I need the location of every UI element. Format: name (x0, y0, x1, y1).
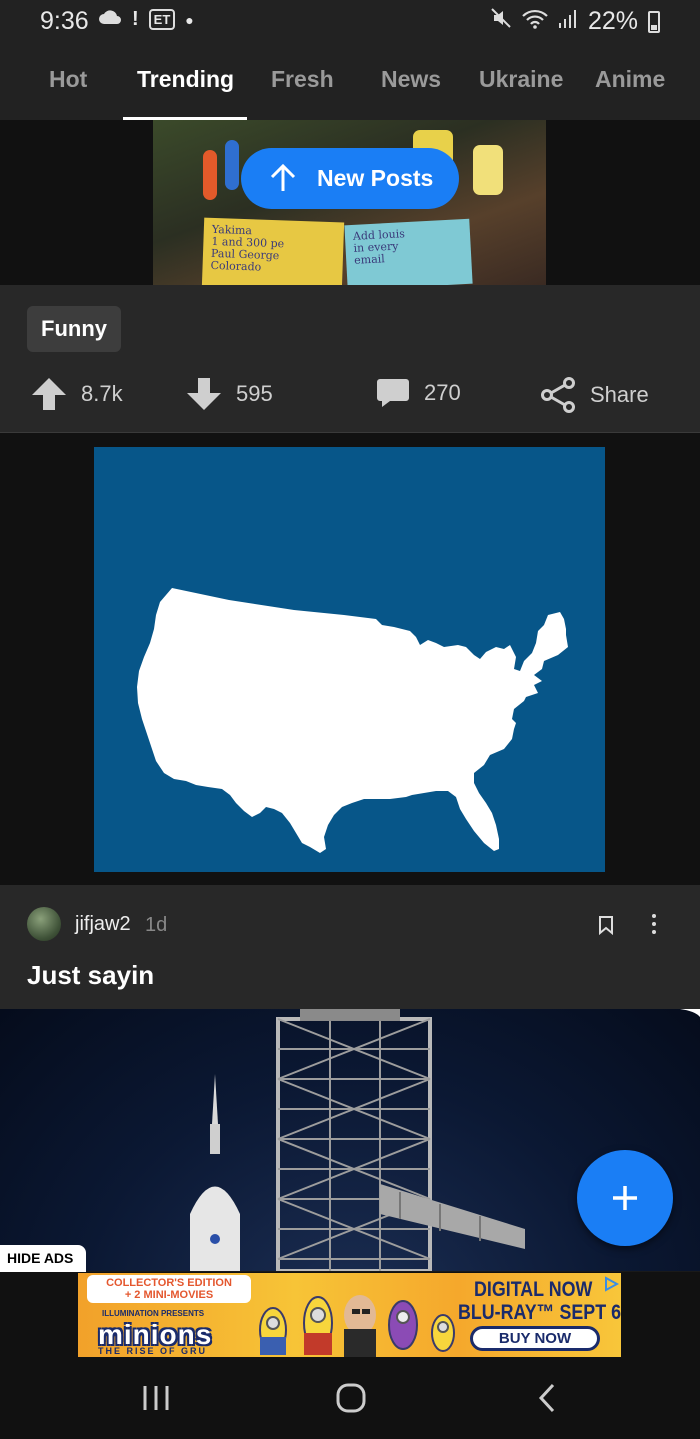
comments-button[interactable]: 270 (376, 377, 461, 409)
post-image-container[interactable] (0, 433, 700, 885)
arrow-up-icon (32, 378, 66, 410)
status-time: 9:36 (40, 7, 89, 35)
usa-map-image[interactable] (94, 447, 605, 872)
tab-hot[interactable]: Hot (49, 66, 87, 93)
notification-icon: ! (132, 8, 139, 30)
ad-bluray-date: BLU-RAY™ SEPT 6 (458, 1301, 621, 1324)
post-age: 1d (145, 914, 168, 936)
post-title[interactable]: Just sayin (27, 960, 154, 991)
sticky-note-text: Yakima 1 and 300 pe Paul George Colorado (210, 222, 285, 274)
cloud-icon (98, 8, 122, 31)
ad-collector-line2: + 2 MINI-MOVIES (124, 1289, 214, 1301)
marker-shape (203, 150, 217, 200)
carrier-badge: ET (148, 9, 176, 30)
comment-count: 270 (424, 380, 461, 405)
ad-choices-icon[interactable] (603, 1276, 620, 1297)
sticky-note: Yakima 1 and 300 pe Paul George Colorado (201, 217, 345, 285)
post-footer: Funny 8.7k 595 270 Share (0, 285, 700, 433)
upvote-count: 8.7k (81, 381, 123, 406)
marker-shape (473, 145, 503, 195)
mute-icon (490, 7, 512, 36)
new-posts-label: New Posts (317, 165, 434, 191)
share-button[interactable]: Share (540, 377, 649, 413)
back-icon[interactable] (536, 1382, 558, 1419)
battery-icon (648, 10, 660, 33)
more-options-icon[interactable] (645, 913, 663, 935)
sticky-note-text: Add louis in every email (352, 227, 406, 267)
ad-strip: COLLECTOR'S EDITION + 2 MINI-MOVIES ILLU… (0, 1272, 700, 1358)
recent-apps-icon[interactable] (141, 1384, 171, 1417)
arrow-up-icon (269, 163, 297, 199)
minions-characters-art (259, 1295, 455, 1357)
downvote-button[interactable]: 595 (186, 377, 273, 411)
new-posts-button[interactable]: New Posts (241, 148, 459, 209)
ad-subtitle: THE RISE OF GRU (98, 1346, 208, 1356)
username[interactable]: jifjaw2 (75, 913, 131, 936)
plus-icon (613, 1186, 637, 1210)
marker-shape (225, 140, 239, 190)
status-bar: 9:36 ! ET ● 22% (0, 0, 700, 44)
upvote-button[interactable]: 8.7k (31, 377, 123, 411)
category-tabs: Hot Trending Fresh News Ukraine Anime (0, 44, 700, 120)
usa-silhouette (137, 588, 568, 853)
hide-ads-button[interactable]: HIDE ADS (0, 1245, 86, 1272)
comment-icon (377, 379, 409, 407)
tab-trending[interactable]: Trending (137, 66, 234, 93)
share-icon (541, 377, 575, 413)
sticky-note: Add louis in every email (344, 218, 473, 285)
ad-buy-now-button[interactable]: BUY NOW (470, 1326, 600, 1351)
signal-icon (558, 7, 578, 36)
battery-percent: 22% (587, 7, 638, 35)
ad-banner[interactable]: COLLECTOR'S EDITION + 2 MINI-MOVIES ILLU… (78, 1273, 621, 1357)
bookmark-icon[interactable] (598, 915, 614, 940)
create-post-button[interactable] (577, 1150, 673, 1246)
ad-digital-now: DIGITAL NOW (474, 1278, 593, 1301)
dot-icon: ● (185, 11, 194, 28)
tab-anime[interactable]: Anime (595, 66, 665, 93)
ad-collector-box: COLLECTOR'S EDITION + 2 MINI-MOVIES (87, 1275, 251, 1303)
tab-ukraine[interactable]: Ukraine (479, 66, 563, 93)
downvote-count: 595 (236, 381, 273, 406)
home-icon[interactable] (335, 1382, 367, 1419)
post-tag[interactable]: Funny (27, 306, 121, 352)
ad-presenter: ILLUMINATION PRESENTS (102, 1309, 205, 1318)
system-nav-bar (0, 1358, 700, 1439)
ad-collector-line1: COLLECTOR'S EDITION (106, 1277, 232, 1289)
avatar[interactable] (27, 907, 61, 941)
wifi-icon (522, 7, 548, 36)
tab-fresh[interactable]: Fresh (271, 66, 334, 93)
arrow-down-icon (187, 378, 221, 410)
share-label: Share (590, 382, 649, 407)
tab-news[interactable]: News (381, 66, 441, 93)
post-header: jifjaw2 1d Just sayin (0, 885, 700, 1009)
